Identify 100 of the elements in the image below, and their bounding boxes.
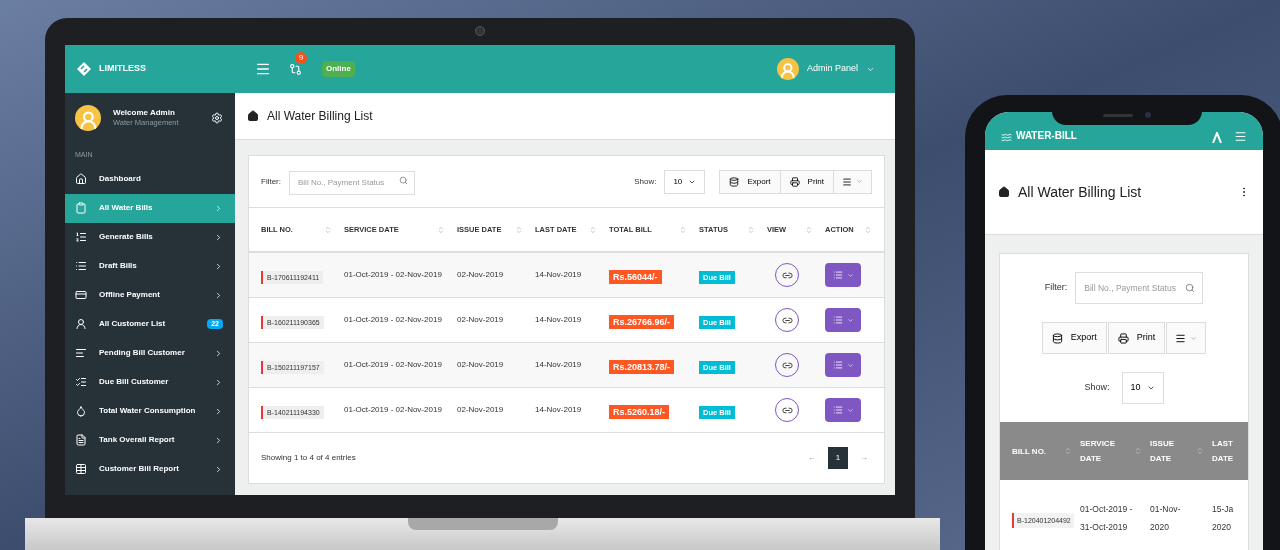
settings-icon[interactable] <box>211 111 223 124</box>
chevron-icon <box>214 464 223 474</box>
chevron-icon <box>214 377 223 387</box>
amount-badge: Rs.26766.96/- <box>609 315 675 329</box>
list-icon <box>832 405 843 415</box>
chevron-icon <box>214 435 223 445</box>
action-menu-button[interactable] <box>825 353 861 377</box>
show-label: Show: <box>634 175 657 188</box>
show-select[interactable]: 10 <box>664 169 706 194</box>
list-icon <box>75 260 87 272</box>
database-icon <box>729 176 740 187</box>
table-cell-text: 01-Nov-2020 <box>1150 502 1182 534</box>
caret-icon <box>846 361 854 369</box>
sort-icon[interactable] <box>679 225 687 234</box>
brand-name: LIMITLESS <box>99 62 146 76</box>
filter-field[interactable]: Bill No., Payment Status <box>289 170 415 195</box>
document-icon <box>75 434 87 446</box>
list-icon <box>832 360 843 370</box>
menu-icon[interactable] <box>255 61 271 77</box>
sidebar-item[interactable]: Customer Bill Report <box>65 454 235 484</box>
sort-icon[interactable] <box>1196 447 1204 455</box>
table-cell-text: 01-Oct-2019 - 31-Oct-2019 <box>1080 502 1134 534</box>
sidebar-item[interactable]: Due Bill Customer <box>65 367 235 397</box>
sort-icon[interactable] <box>515 225 523 234</box>
show-label: Show: <box>1084 381 1110 395</box>
sort-icon[interactable] <box>864 225 872 234</box>
clipboard-icon <box>75 202 87 214</box>
caret-up-icon[interactable] <box>1212 132 1222 143</box>
home-icon <box>75 173 87 185</box>
sort-icon[interactable] <box>589 225 597 234</box>
toolbar-button[interactable]: Print <box>1107 322 1166 354</box>
home-icon <box>998 186 1010 198</box>
page-title: All Water Billing List <box>267 108 373 125</box>
sort-icon[interactable] <box>324 225 332 234</box>
notification-count: 9 <box>295 51 307 64</box>
table-cell-text: 14-Nov-2019 <box>535 314 583 326</box>
sidebar-item[interactable]: Tank Overall Report <box>65 425 235 455</box>
toolbar-button[interactable]: Export <box>720 170 781 193</box>
sidebar-item[interactable]: Dashboard <box>65 164 235 194</box>
amount-badge: Rs.20813.78/- <box>609 360 675 374</box>
logo-icon <box>1001 132 1012 143</box>
menu-icon <box>842 176 852 187</box>
droplet-icon <box>75 405 87 417</box>
amount-badge: Rs.5260.18/- <box>609 405 670 419</box>
table-cell-text: 14-Nov-2019 <box>535 404 583 416</box>
table-cell-text: 14-Nov-2019 <box>535 269 583 281</box>
sidebar-item[interactable]: Pending Bill Customer <box>65 338 235 368</box>
avatar-icon <box>776 58 799 80</box>
menu-icon <box>1175 332 1187 344</box>
menu-icon[interactable] <box>1234 130 1247 143</box>
action-menu-button[interactable] <box>825 263 861 287</box>
brand-name: WATER-BILL <box>1016 129 1077 143</box>
amount-badge: Rs.56044/- <box>609 270 662 284</box>
search-icon <box>399 176 408 186</box>
chevron-icon <box>214 203 223 213</box>
logo-icon <box>77 62 91 76</box>
toolbar-button[interactable]: Print <box>780 170 834 193</box>
table-cell-text: 01-Oct-2019 - 02-Nov-2019 <box>344 269 443 281</box>
table-cell-text: 15-Ja 2020 <box>1212 502 1235 534</box>
next-page-link[interactable]: → <box>856 452 872 464</box>
sidebar-item[interactable]: Generate Bills <box>65 222 235 252</box>
checklist-icon <box>75 376 87 388</box>
previous-page-link[interactable]: ← <box>804 452 820 464</box>
sidebar-item[interactable]: Draft Bills <box>65 251 235 281</box>
page-link[interactable]: 1 <box>828 447 848 469</box>
search-icon <box>1185 283 1196 293</box>
show-select[interactable]: 10 <box>1121 372 1164 404</box>
columns-menu-button[interactable] <box>1166 322 1207 354</box>
sort-icon[interactable] <box>437 225 445 234</box>
page-title: All Water Billing List <box>1018 182 1142 202</box>
table-cell-text: 01-Oct-2019 - 02-Nov-2019 <box>344 404 443 416</box>
caret-icon <box>1146 384 1155 392</box>
filter-label: Filter: <box>261 175 281 188</box>
printer-icon <box>789 176 800 187</box>
arrows-icon[interactable] <box>289 62 302 76</box>
filter-field[interactable]: Bill No., Payment Status <box>1075 272 1204 304</box>
sort-icon[interactable] <box>805 225 813 234</box>
sort-icon[interactable] <box>1134 447 1142 455</box>
chevron-icon <box>214 261 223 271</box>
chevron-icon <box>214 348 223 358</box>
sidebar-item[interactable]: Total Water Consumption <box>65 396 235 426</box>
list-icon <box>832 315 843 325</box>
list-icon <box>832 270 843 280</box>
home-icon <box>247 110 259 122</box>
caret-icon <box>1190 334 1198 342</box>
toolbar-button[interactable]: Export <box>1041 322 1107 354</box>
table-cell-text: 02-Nov-2019 <box>457 314 505 326</box>
card-icon <box>75 289 87 301</box>
columns-menu-button[interactable] <box>834 170 871 193</box>
table-cell-text: 02-Nov-2019 <box>457 404 505 416</box>
table-cell-text: 02-Nov-2019 <box>457 359 505 371</box>
action-menu-button[interactable] <box>825 398 861 422</box>
sort-icon[interactable] <box>747 225 755 234</box>
filter-label: Filter: <box>1044 281 1068 295</box>
printer-icon <box>1117 332 1129 344</box>
sort-icon[interactable] <box>1064 447 1072 455</box>
status-badge: Online <box>322 61 355 77</box>
database-icon <box>1051 332 1063 344</box>
sidebar-item[interactable]: Offline Payment <box>65 280 235 310</box>
action-menu-button[interactable] <box>825 308 861 332</box>
